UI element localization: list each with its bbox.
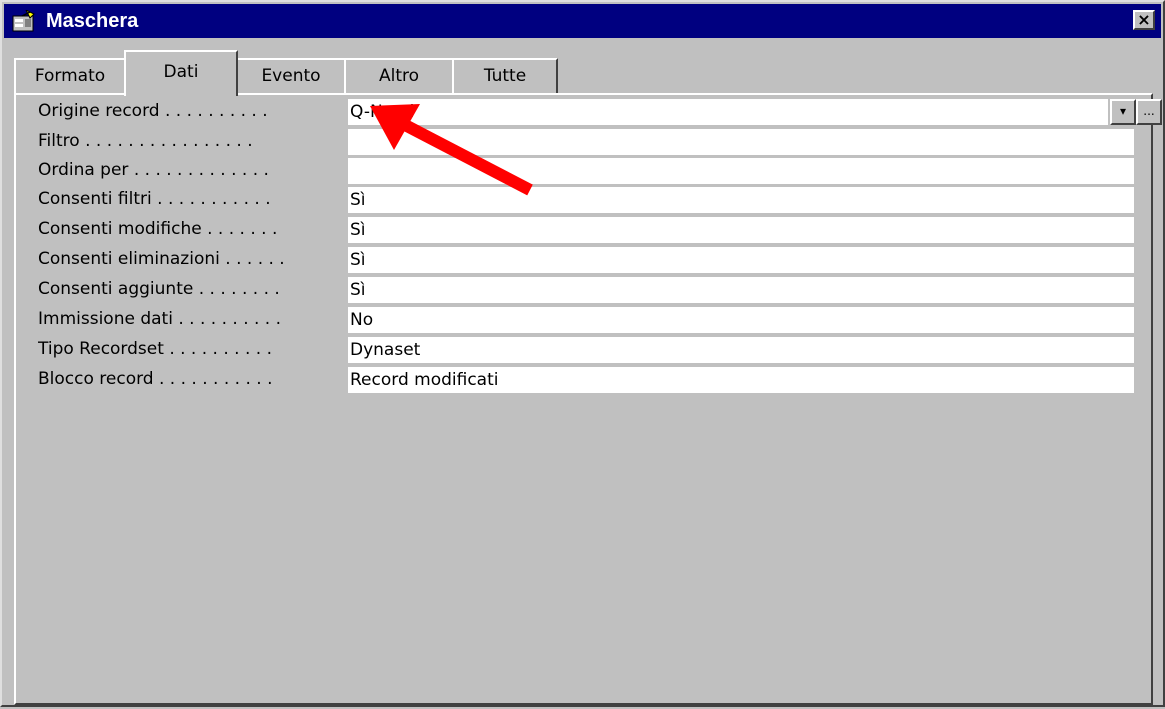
tab-evento[interactable]: Evento [236, 58, 346, 94]
tab-label: Formato [34, 66, 106, 86]
property-value-blocco-record[interactable]: Record modificati [348, 367, 1134, 393]
property-row-immissione-dati[interactable]: Immissione dati . . . . . . . . . . No [38, 305, 1138, 333]
tab-label: Altro [378, 66, 420, 86]
ellipsis-icon: ... [1143, 104, 1155, 118]
tab-label: Dati [163, 62, 199, 82]
property-label: Consenti eliminazioni . . . . . . [38, 249, 285, 269]
property-row-consenti-eliminazioni[interactable]: Consenti eliminazioni . . . . . . Sì [38, 245, 1138, 273]
property-row-blocco-record[interactable]: Blocco record . . . . . . . . . . . Reco… [38, 365, 1138, 393]
close-button[interactable]: × [1133, 10, 1155, 30]
property-row-filtro[interactable]: Filtro . . . . . . . . . . . . . . . . [38, 127, 1138, 155]
property-value-tipo-recordset[interactable]: Dynaset [348, 337, 1134, 363]
chevron-down-icon: ▾ [1119, 104, 1127, 118]
property-value-consenti-modifiche[interactable]: Sì [348, 217, 1134, 243]
property-value-origine-record[interactable]: Q-Nomi [348, 99, 1108, 125]
property-label: Blocco record . . . . . . . . . . . [38, 369, 273, 389]
property-sheet: Origine record . . . . . . . . . . Q-Nom… [14, 93, 1162, 705]
dropdown-button[interactable]: ▾ [1110, 99, 1136, 125]
property-value-ordina-per[interactable] [348, 158, 1134, 184]
property-label: Tipo Recordset . . . . . . . . . . [38, 339, 272, 359]
properties-window: Maschera × Formato Dati Evento Altro Tut… [0, 0, 1165, 707]
tab-strip: Formato Dati Evento Altro Tutte [14, 50, 574, 96]
tab-label: Evento [261, 66, 321, 86]
property-value-consenti-filtri[interactable]: Sì [348, 187, 1134, 213]
property-label: Consenti aggiunte . . . . . . . . [38, 279, 280, 299]
property-value-consenti-eliminazioni[interactable]: Sì [348, 247, 1134, 273]
tab-formato[interactable]: Formato [14, 58, 126, 94]
property-value-immissione-dati[interactable]: No [348, 307, 1134, 333]
builder-button[interactable]: ... [1136, 99, 1162, 125]
property-row-consenti-filtri[interactable]: Consenti filtri . . . . . . . . . . . Sì [38, 185, 1138, 213]
property-label: Ordina per . . . . . . . . . . . . . [38, 160, 269, 180]
tab-altro[interactable]: Altro [344, 58, 454, 94]
property-value-filtro[interactable] [348, 129, 1134, 155]
close-icon: × [1137, 10, 1151, 29]
tab-label: Tutte [483, 66, 527, 86]
property-row-consenti-aggiunte[interactable]: Consenti aggiunte . . . . . . . . Sì [38, 275, 1138, 303]
property-label: Filtro . . . . . . . . . . . . . . . . [38, 131, 253, 151]
property-label: Consenti modifiche . . . . . . . [38, 219, 278, 239]
property-row-tipo-recordset[interactable]: Tipo Recordset . . . . . . . . . . Dynas… [38, 335, 1138, 363]
property-label: Consenti filtri . . . . . . . . . . . [38, 189, 271, 209]
title-bar[interactable]: Maschera × [4, 4, 1161, 38]
property-value-consenti-aggiunte[interactable]: Sì [348, 277, 1134, 303]
property-row-origine-record[interactable]: Origine record . . . . . . . . . . Q-Nom… [38, 97, 1162, 125]
property-label: Origine record . . . . . . . . . . [38, 101, 268, 121]
property-label: Immissione dati . . . . . . . . . . [38, 309, 282, 329]
tab-tutte[interactable]: Tutte [452, 58, 558, 94]
form-properties-icon [12, 8, 36, 32]
window-title: Maschera [46, 10, 139, 32]
tab-dati[interactable]: Dati [124, 50, 238, 96]
property-row-ordina-per[interactable]: Ordina per . . . . . . . . . . . . . [38, 156, 1138, 184]
property-row-consenti-modifiche[interactable]: Consenti modifiche . . . . . . . Sì [38, 215, 1138, 243]
